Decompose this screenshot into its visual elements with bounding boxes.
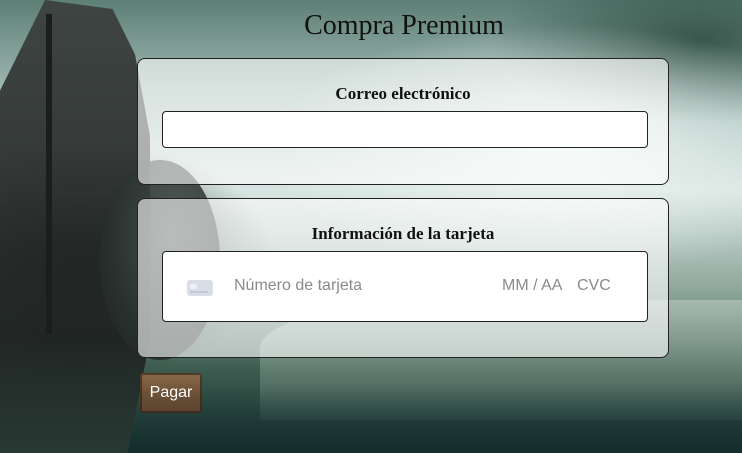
card-expiry-input[interactable]: MM / AA <box>502 277 562 295</box>
email-label: Correo electrónico <box>335 84 471 103</box>
background-sword <box>46 14 52 334</box>
card-panel: Información de la tarjeta Número de tarj… <box>137 198 669 358</box>
credit-card-icon <box>187 280 213 296</box>
background-ground <box>0 383 742 453</box>
email-panel: Correo electrónico <box>137 58 669 185</box>
email-field[interactable] <box>162 111 648 148</box>
card-number-input[interactable]: Número de tarjeta <box>234 277 362 295</box>
background-knight <box>0 0 150 453</box>
card-cvc-input[interactable]: CVC <box>577 277 611 295</box>
card-label: Información de la tarjeta <box>311 224 495 243</box>
pay-button[interactable]: Pagar <box>140 373 202 413</box>
page-title: Compra Premium <box>304 10 504 41</box>
card-input-field[interactable]: Número de tarjeta MM / AA CVC <box>162 251 648 322</box>
